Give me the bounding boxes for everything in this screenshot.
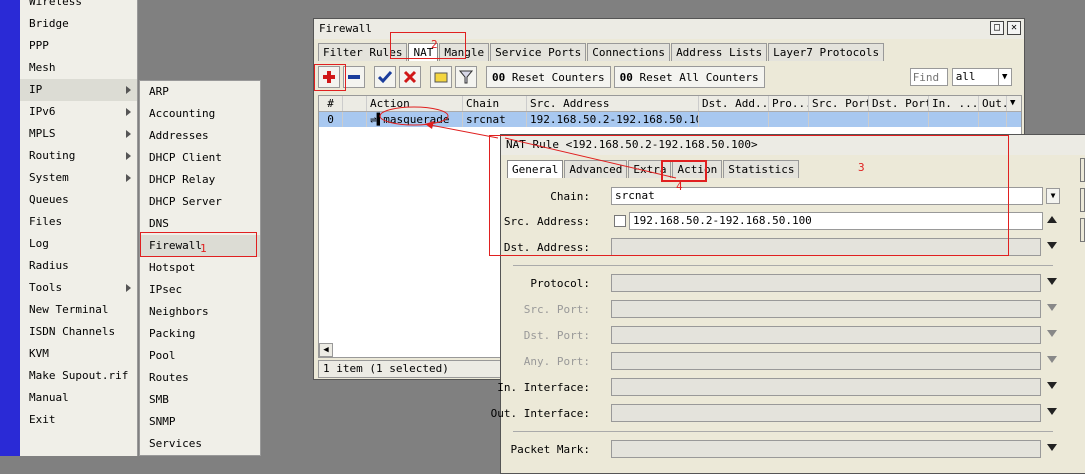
annotation-arrow-head [425,121,434,129]
annotation-arrow-line [424,123,499,139]
annotation-ellipse-masquerade [379,106,449,126]
annotation-overlay [379,106,677,179]
annotation-connector-line [504,137,677,179]
